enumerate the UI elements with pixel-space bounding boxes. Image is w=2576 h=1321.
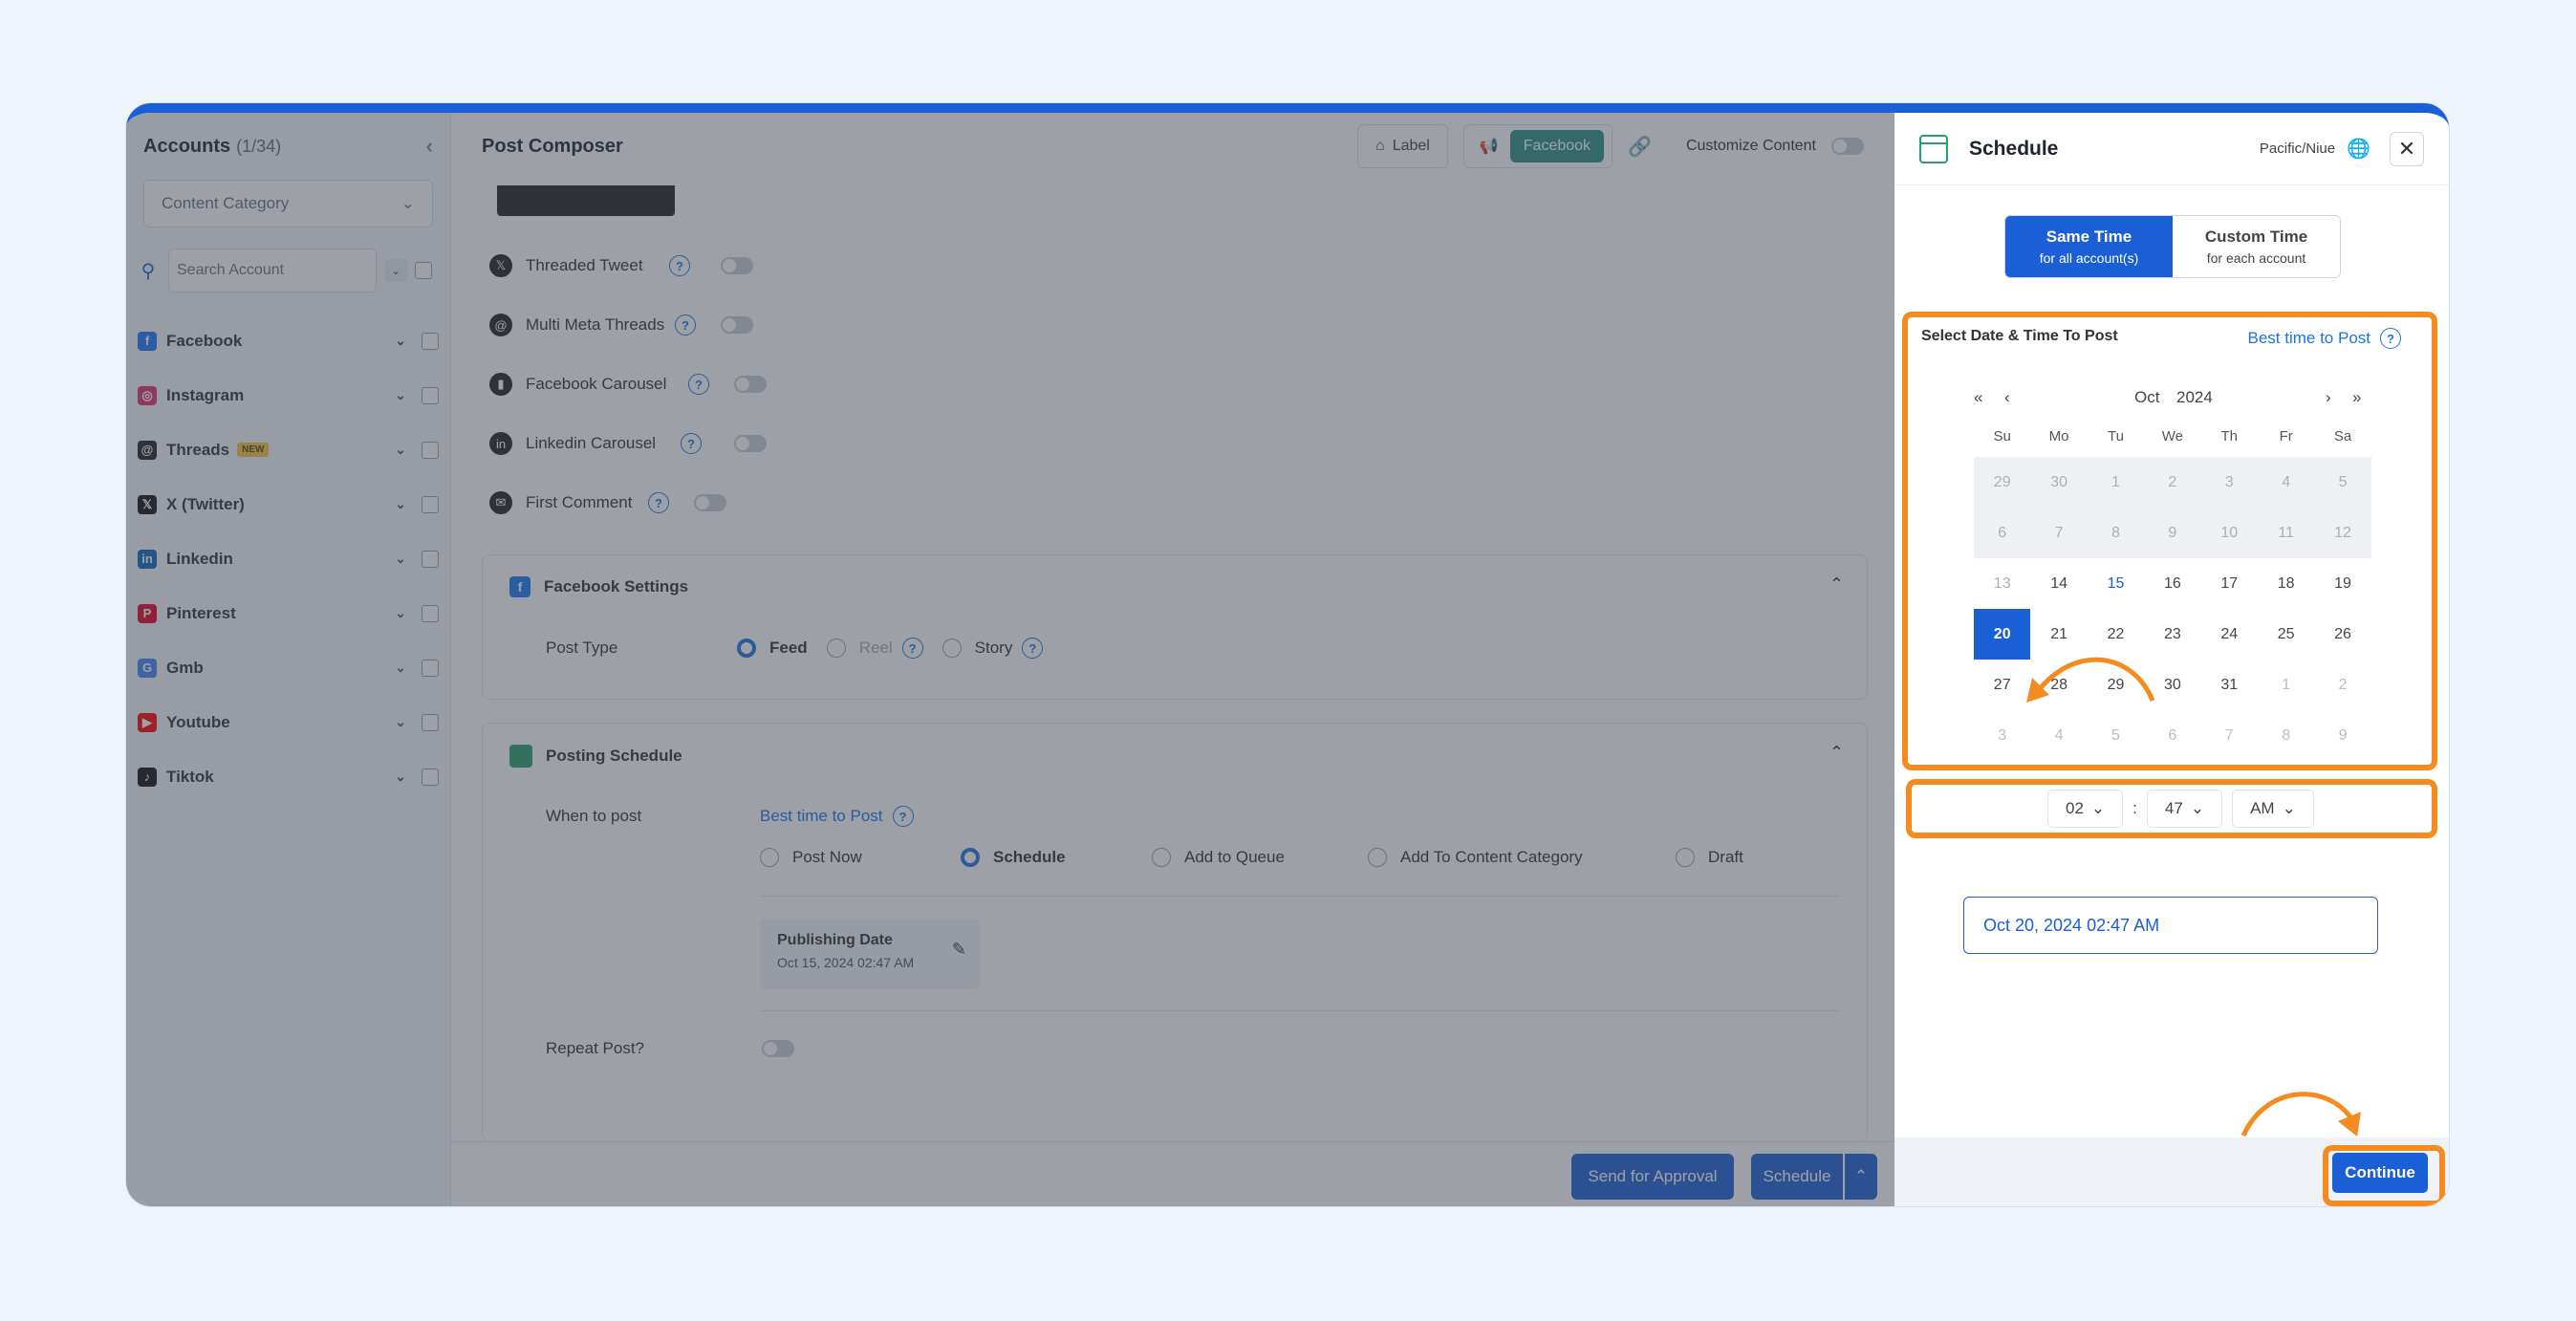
day-headers: Su Mo Tu We Th Fr Sa: [1974, 428, 2371, 457]
minute-value: 47: [2164, 799, 2183, 817]
month-navigation: « ‹ Oct 2024 › »: [1974, 388, 2371, 417]
help-icon[interactable]: ?: [2380, 328, 2401, 349]
prev-month-icon[interactable]: ‹: [2004, 388, 2010, 407]
calendar-day: 30: [2030, 457, 2088, 508]
calendar-day: 8: [2087, 508, 2145, 558]
minute-select[interactable]: 47 ⌄: [2146, 790, 2223, 828]
calendar-day[interactable]: 16: [2144, 558, 2200, 609]
calendar-day[interactable]: 15: [2088, 558, 2144, 609]
calendar-day: 29: [1974, 457, 2031, 508]
calendar-day[interactable]: 17: [2201, 558, 2258, 609]
custom-time-option[interactable]: Custom Time for each account: [2173, 216, 2340, 277]
day-header: Th: [2220, 428, 2239, 444]
custom-time-title: Custom Time: [2204, 227, 2308, 246]
calendar-day: 7: [2030, 508, 2088, 558]
continue-button[interactable]: Continue: [2332, 1153, 2428, 1193]
modal-backdrop: [126, 113, 1894, 1206]
calendar-day: 4: [2054, 726, 2064, 744]
calendar-day[interactable]: 31: [2201, 660, 2258, 710]
day-header: Tu: [2108, 428, 2124, 444]
hour-value: 02: [2066, 799, 2084, 817]
calendar-day: 3: [2200, 457, 2258, 508]
time-picker: 02 ⌄ : 47 ⌄ AM ⌄: [2047, 790, 2314, 828]
calendar-day[interactable]: 26: [2314, 609, 2370, 660]
close-button[interactable]: ✕: [2390, 131, 2424, 166]
calendar-icon: [1919, 134, 1948, 163]
prev-year-icon[interactable]: «: [1974, 388, 1982, 407]
calendar-week: 6 7 8 9 10 11 12: [1974, 508, 2371, 558]
calendar-day: 3: [1998, 726, 2007, 744]
calendar-day[interactable]: 25: [2258, 609, 2314, 660]
day-header: Su: [1993, 428, 2011, 444]
calendar-day: 4: [2257, 457, 2315, 508]
next-month-icon[interactable]: ›: [2326, 388, 2331, 407]
chevron-down-icon: ⌄: [2282, 799, 2296, 817]
calendar-day: 10: [2200, 508, 2258, 558]
month-label[interactable]: Oct: [2134, 388, 2159, 407]
calendar-grid: Su Mo Tu We Th Fr Sa 29 30 1 2 3 4 5 6 7 8 9 10 11 12 13 14 15…: [1974, 428, 2371, 761]
ampm-value: AM: [2250, 799, 2275, 817]
calendar-week: 13 14 15 16 17 18 19: [1974, 558, 2371, 609]
calendar-day: 1: [2087, 457, 2145, 508]
arrow-annotation: [2026, 657, 2155, 703]
selected-datetime-summary: Oct 20, 2024 02:47 AM: [1963, 897, 2378, 954]
calendar-day[interactable]: 24: [2201, 609, 2258, 660]
day-header: Sa: [2333, 428, 2352, 444]
app-window: Accounts (1/34) ‹ Content Category ⌄ ⚲ ⌄…: [126, 103, 2449, 1206]
schedule-panel: Schedule Pacific/Niue 🌐 ✕ Same Time for …: [1894, 113, 2449, 1206]
calendar-day: 6: [1974, 508, 2031, 558]
day-header: We: [2161, 428, 2183, 444]
ampm-select[interactable]: AM ⌄: [2232, 790, 2314, 828]
calendar-day: 2: [2338, 676, 2348, 693]
calendar-day: 1: [2282, 676, 2291, 693]
calendar-day: 2: [2144, 457, 2201, 508]
calendar-day[interactable]: 19: [2314, 558, 2370, 609]
schedule-header: Schedule Pacific/Niue 🌐 ✕: [1894, 113, 2449, 185]
calendar-day: 9: [2338, 726, 2348, 744]
schedule-title: Schedule: [1969, 137, 2059, 160]
calendar-day: 12: [2314, 508, 2371, 558]
calendar-day: 8: [2282, 726, 2291, 744]
next-year-icon[interactable]: »: [2352, 388, 2361, 407]
day-header: Fr: [2279, 428, 2293, 444]
same-time-title: Same Time: [2046, 227, 2132, 246]
hour-select[interactable]: 02 ⌄: [2047, 790, 2124, 828]
calendar-day: 13: [1974, 558, 2031, 609]
calendar-day: 6: [2168, 726, 2177, 744]
calendar-day[interactable]: 18: [2258, 558, 2314, 609]
calendar-week: 29 30 1 2 3 4 5: [1974, 457, 2371, 508]
best-time-label: Best time to Post: [2247, 329, 2371, 347]
day-header: Mo: [2048, 428, 2069, 444]
calendar-day: 9: [2144, 508, 2201, 558]
year-label[interactable]: 2024: [2176, 388, 2213, 407]
same-time-option[interactable]: Same Time for all account(s): [2005, 216, 2173, 277]
best-time-link[interactable]: Best time to Post ?: [2247, 328, 2401, 349]
chevron-down-icon: ⌄: [2190, 799, 2205, 817]
time-separator: :: [2132, 799, 2137, 817]
chevron-down-icon: ⌄: [2090, 799, 2106, 817]
calendar-weeks: 29 30 1 2 3 4 5 6 7 8 9 10 11 12 13 14 15 16 17 18 19 20 21 22 2…: [1974, 457, 2371, 761]
timezone-label: Pacific/Niue: [2259, 141, 2336, 157]
calendar-day: 5: [2111, 726, 2120, 744]
custom-time-sub: for each account: [2206, 250, 2306, 266]
globe-icon[interactable]: 🌐: [2347, 137, 2370, 161]
picker-title: Select Date & Time To Post: [1921, 328, 2118, 344]
arrow-annotation: [2240, 1092, 2361, 1137]
time-mode-toggle: Same Time for all account(s) Custom Time…: [2004, 215, 2341, 278]
calendar-week: 3 4 5 6 7 8 9: [1974, 710, 2371, 761]
calendar-day: 7: [2224, 726, 2234, 744]
calendar-day: 11: [2257, 508, 2315, 558]
same-time-sub: for all account(s): [2039, 250, 2139, 266]
calendar-day[interactable]: 14: [2030, 558, 2087, 609]
calendar-day: 5: [2314, 457, 2371, 508]
